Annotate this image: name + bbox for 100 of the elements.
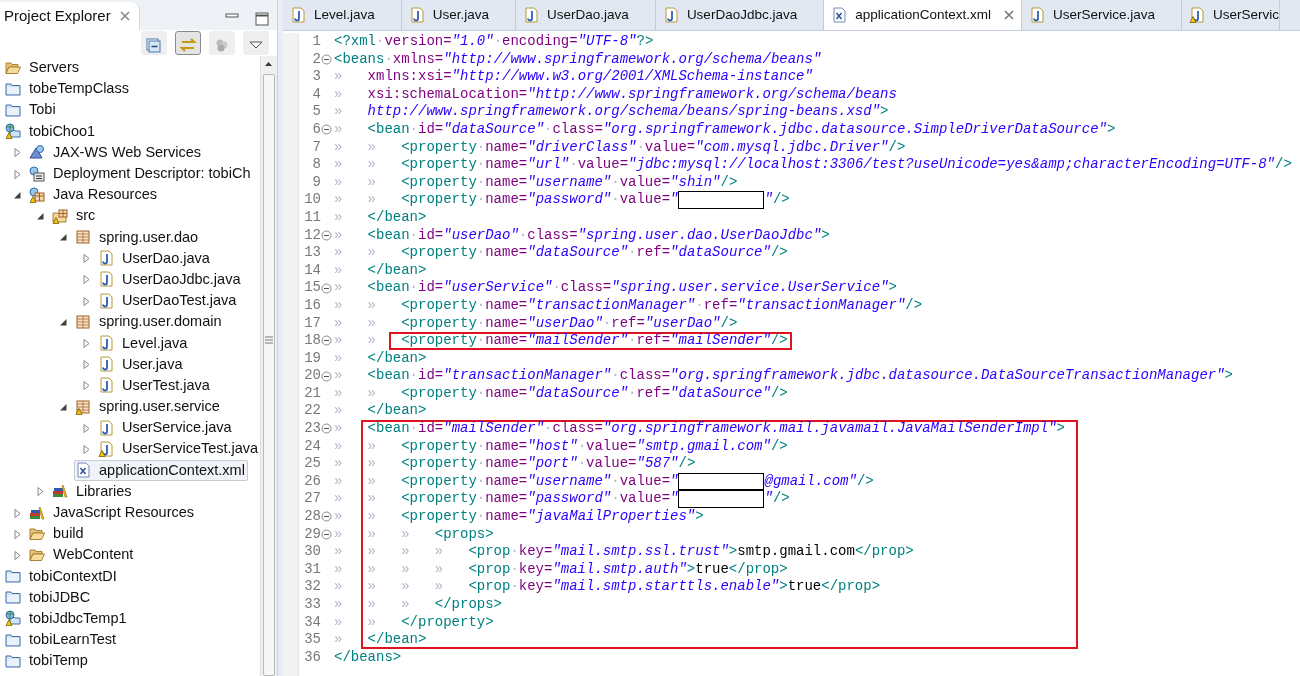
line-number: 1 [311,33,321,51]
code-line: » </bean> [333,402,427,421]
code-line: » </bean> [333,631,1078,649]
tree-item[interactable]: Java Resources [10,184,160,206]
tree-item[interactable]: User.java [79,353,186,375]
stacked-circles-button[interactable] [209,31,235,55]
code-line: » <bean·id="dataSource"·class="org.springframework.jdbc.datasource.SimpleDriverDataSource"> [333,120,1116,139]
fold-icon[interactable] [321,229,332,241]
tree-item[interactable]: spring.user.domain [56,311,225,333]
line-number: 18 [303,332,321,350]
code-line: » » <property·name="mailSender"·ref="mailSender"/> [333,332,792,350]
code-line: <?xml·version="1.0"·encoding="UTF-8"?> [333,33,654,51]
line-number: 8 [311,156,321,174]
tree-item[interactable]: Servers [4,57,82,79]
tree-item[interactable]: tobiTemp [4,650,91,672]
fold-icon[interactable] [321,511,332,523]
line-number: 3 [311,68,321,86]
code-line: » » <property·name="port"·value="587"/> [333,455,1078,473]
code-line: » </bean> [333,261,427,280]
tree-item[interactable]: Tobi [4,99,59,121]
code-line: » » <property·name="url"·value="jdbc:mysql://localhost:3306/test?useUnicode=yes&amp;characterEncoding=UTF-8"/> [333,156,1292,174]
line-number: 34 [303,613,321,632]
maximize-icon[interactable] [255,12,269,26]
line-number: 25 [303,455,321,473]
tree-item[interactable]: tobeTempClass [4,78,132,100]
fold-icon[interactable] [321,370,332,382]
grip-icon [265,336,273,344]
fold-icon[interactable] [321,528,332,540]
line-number: 12 [303,226,321,245]
code-line: » <bean·id="userService"·class="spring.user.service.UserService"> [333,279,897,297]
tree-item[interactable]: src [33,205,99,227]
tree-item[interactable]: spring.user.dao [56,226,202,248]
tree-item[interactable]: WebContent [10,544,137,566]
sync-arrows-button[interactable] [175,31,201,55]
code-line: » xmlns:xsi="http://www.w3.org/2001/XMLSchema-instance" [333,68,813,86]
line-number: 26 [303,472,321,491]
line-number: 7 [311,138,321,157]
tree-item[interactable]: tobiJdbcTemp1 [4,607,130,630]
code-line: » » » <props> [333,525,1078,544]
line-number: 33 [303,596,321,614]
tree-item[interactable]: tobiContextDI [4,565,120,587]
fold-icon[interactable] [321,282,332,294]
editor-tab[interactable]: UserServic [1182,0,1281,30]
line-number: 31 [303,560,321,579]
line-number: 22 [303,402,321,421]
code-line: » » » » <prop·key="mail.smtp.auth">true</prop> [333,560,1078,579]
code-line: » » » </props> [333,596,1078,614]
line-number: 29 [303,525,321,544]
line-number: 11 [303,208,321,227]
tree-item[interactable]: JavaScript Resources [10,501,198,524]
close-icon[interactable] [118,10,131,22]
line-number: 6 [311,120,321,139]
tree-item[interactable]: UserService.java [79,417,235,439]
tree-item[interactable]: UserServiceTest.java [79,438,260,460]
tree-item[interactable]: JAX-WS Web Services [10,141,204,163]
code-line: » xsi:schemaLocation="http://www.springframework.org/schema/beans [333,85,897,104]
line-number: 36 [303,648,321,667]
editor-tab[interactable]: applicationContext.xml [824,0,1022,30]
line-number: 35 [303,631,321,649]
fold-icon[interactable] [321,53,332,65]
code-line: » » <property·name="username"·value="shin"/> [333,173,738,192]
tree-item[interactable]: applicationContext.xml [74,459,248,481]
tree-item[interactable]: UserTest.java [79,374,213,396]
code-line: » </bean> [333,349,427,368]
code-line: » » <property·name="password"·value=" "/> [333,490,1078,509]
line-number: 15 [303,279,321,297]
tree-item[interactable]: UserDao.java [79,247,213,269]
editor-tab[interactable]: UserService.java [1022,0,1183,30]
line-number: 16 [303,296,321,315]
tree-item[interactable]: Libraries [33,480,135,502]
line-number: 27 [303,490,321,509]
fold-icon[interactable] [321,423,332,435]
scrollbar-thumb[interactable] [263,74,275,676]
tree-item[interactable]: Level.java [79,332,191,354]
code-line: </beans> [333,648,402,667]
tree-item[interactable]: build [10,523,87,545]
close-icon[interactable] [1003,9,1015,21]
line-number: 17 [303,314,321,333]
code-line: » » <property·name="dataSource"·ref="dataSource"/> [333,384,788,403]
fold-icon[interactable] [321,335,332,347]
tree-item[interactable]: Deployment Descriptor: tobiCh [10,162,254,185]
code-line: » » <property·name="driverClass"·value="com.mysql.jdbc.Driver"/> [333,138,906,157]
tree-item[interactable]: tobiLearnTest [4,629,120,651]
tree-item[interactable]: UserDaoTest.java [79,290,240,312]
tree-item[interactable]: UserDaoJdbc.java [79,268,244,291]
code-line: » <bean·id="transactionManager"·class="org.springframework.jdbc.datasource.DataSourceTransactionManager"> [333,367,1233,385]
code-line: » » </property> [333,613,1078,632]
tree-item[interactable]: spring.user.service [56,396,223,418]
scrollbar[interactable] [260,56,277,676]
editor-tab[interactable]: UserDao.java [516,0,656,30]
line-number: 5 [311,103,321,121]
tree-item[interactable]: tobiJDBC [4,586,94,608]
collapse-all-button[interactable] [141,31,167,55]
code-line: » » <property·name="userDao"·ref="userDao"/> [333,314,738,333]
code-line: » http://www.springframework.org/schema/beans/spring-beans.xsd"> [333,103,889,121]
editor-tab[interactable]: User.java [401,0,517,30]
code-line: » » <property·name="javaMailProperties"> [333,508,1078,526]
fold-icon[interactable] [321,124,332,136]
editor-tab[interactable]: Level.java [283,0,402,30]
tree-item[interactable]: tobiChoo1 [4,120,99,142]
